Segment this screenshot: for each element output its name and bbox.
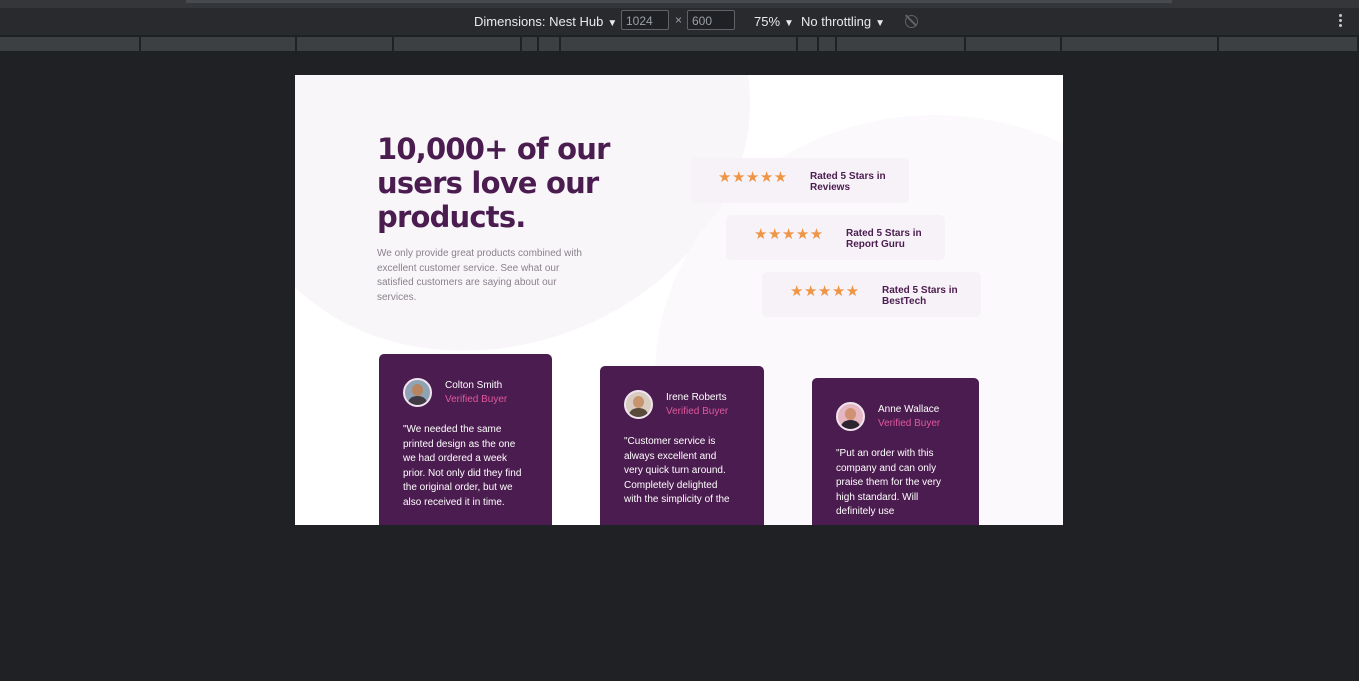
device-label: Dimensions: Nest Hub — [474, 14, 604, 29]
star-rating-icon: ★★★★★ — [754, 226, 824, 243]
verified-badge: Verified Buyer — [878, 418, 941, 429]
reviewer-name: Irene Roberts — [666, 392, 727, 403]
rating-card-report-guru: ★★★★★ Rated 5 Stars in Report Guru — [726, 215, 945, 260]
media-query-segment[interactable] — [1062, 37, 1218, 51]
rating-label: Rated 5 Stars in BestTech — [882, 285, 958, 307]
testimonial-quote: "We needed the same printed design as th… — [403, 424, 522, 508]
verified-badge: Verified Buyer — [445, 394, 508, 405]
media-query-segment[interactable] — [141, 37, 296, 51]
rating-label: Rated 5 Stars in Reviews — [810, 171, 886, 193]
rating-card-besttech: ★★★★★ Rated 5 Stars in BestTech — [762, 272, 981, 317]
media-query-segment[interactable] — [966, 37, 1061, 51]
media-query-segment[interactable] — [837, 37, 965, 51]
caret-down-icon: ▼ — [784, 18, 794, 29]
rating-card-reviews: ★★★★★ Rated 5 Stars in Reviews — [690, 158, 909, 203]
throttling-label: No throttling — [801, 14, 872, 29]
device-viewport: 10,000+ of our users love our products. … — [295, 75, 1063, 525]
testimonial-quote: "Put an order with this company and can … — [836, 448, 942, 518]
page-title: 10,000+ of our users love our products. — [377, 132, 610, 234]
caret-down-icon: ▼ — [875, 18, 885, 29]
media-query-segment[interactable] — [1219, 37, 1358, 51]
testimonial-quote: "Customer service is always excellent an… — [624, 436, 730, 506]
media-query-segment[interactable] — [522, 37, 538, 51]
media-query-segment[interactable] — [798, 37, 818, 51]
rating-label: Rated 5 Stars in Report Guru — [846, 228, 922, 250]
media-query-segment[interactable] — [394, 37, 521, 51]
media-query-segment[interactable] — [561, 37, 797, 51]
caret-down-icon: ▼ — [607, 18, 618, 29]
device-toolbar: Dimensions: Nest Hub ▼ 1024 × 600 75% ▼ No… — [0, 8, 1359, 35]
times-symbol: × — [675, 13, 683, 27]
zoom-label: 75% — [754, 14, 781, 29]
media-query-segment[interactable] — [539, 37, 560, 51]
kebab-menu-icon[interactable] — [1336, 14, 1344, 30]
height-input[interactable]: 600 — [687, 10, 735, 30]
device-selector[interactable]: Dimensions: Nest Hub ▼ — [474, 12, 617, 31]
testimonial-card: Irene Roberts Verified Buyer "Customer s… — [600, 366, 764, 525]
media-query-segment[interactable] — [0, 37, 140, 51]
width-input[interactable]: 1024 — [621, 10, 669, 30]
reviewer-name: Anne Wallace — [878, 404, 940, 415]
zoom-selector[interactable]: 75% ▼ — [754, 12, 794, 31]
avatar — [836, 402, 865, 431]
media-query-bar — [0, 36, 1359, 53]
intro-text: We only provide great products combined … — [377, 248, 582, 303]
testimonial-card: Anne Wallace Verified Buyer "Put an orde… — [812, 378, 979, 525]
avatar — [624, 390, 653, 419]
reviewer-name: Colton Smith — [445, 380, 503, 391]
media-query-segment[interactable] — [297, 37, 393, 51]
star-rating-icon: ★★★★★ — [718, 169, 788, 186]
rotate-icon[interactable] — [905, 15, 918, 28]
browser-top-strip — [0, 0, 1359, 8]
top-scroll-indicator — [186, 0, 1172, 3]
avatar — [403, 378, 432, 407]
testimonial-card: Colton Smith Verified Buyer "We needed t… — [379, 354, 552, 525]
verified-badge: Verified Buyer — [666, 406, 729, 417]
star-rating-icon: ★★★★★ — [790, 283, 860, 300]
media-query-segment[interactable] — [819, 37, 836, 51]
throttling-selector[interactable]: No throttling ▼ — [801, 12, 885, 31]
